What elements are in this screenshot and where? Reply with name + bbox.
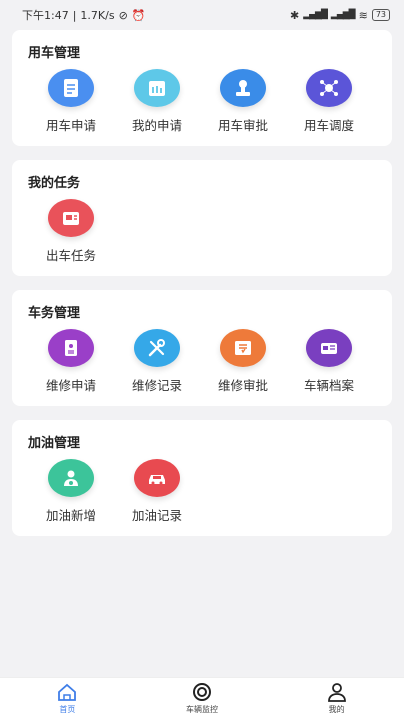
status-bar: 下午1:47 | 1.7K/s ⊘ ⏰ ✱ ▂▄▆█ ▂▄▆█ ≋ 73	[0, 0, 404, 30]
menu-label: 用车调度	[303, 118, 354, 133]
home-icon	[58, 683, 77, 701]
menu-label: 出车任务	[45, 248, 96, 263]
section-my-tasks: 我的任务 出车任务	[12, 160, 392, 276]
menu-repair-apply[interactable]: 维修申请	[28, 329, 114, 394]
car-icon	[134, 459, 180, 497]
menu-fuel-records[interactable]: 加油记录	[114, 459, 200, 524]
tab-label: 车辆监控	[185, 705, 218, 714]
menu-vehicle-apply[interactable]: 用车申请	[28, 69, 114, 134]
monitor-icon	[192, 683, 211, 701]
stamp-icon	[220, 69, 266, 107]
user-icon	[327, 683, 346, 702]
status-time: 下午1:47	[22, 9, 69, 22]
menu-label: 车辆档案	[303, 378, 354, 393]
tab-mine[interactable]: 我的	[297, 682, 377, 715]
menu-label: 维修审批	[217, 378, 268, 393]
menu-repair-records[interactable]: 维修记录	[114, 329, 200, 394]
section-title: 加油管理	[28, 436, 81, 451]
bottom-tab-bar: 首页 车辆监控 我的	[0, 677, 404, 719]
signal-icon-1: ▂▄▆█	[303, 10, 328, 20]
signal-icon-2: ▂▄▆█	[330, 10, 356, 20]
menu-vehicle-dispatch[interactable]: 用车调度	[286, 69, 372, 134]
status-network-speed: 1.7K/s	[80, 8, 115, 22]
wifi-icon: ≋	[358, 8, 368, 22]
calendar-icon	[134, 69, 180, 107]
section-vehicle-affairs: 车务管理 维修申请 维修记录 维修审批 车辆档案	[12, 290, 392, 406]
tab-label: 首页	[59, 705, 76, 714]
network-icon	[306, 69, 352, 107]
bluetooth-icon: ✱	[290, 8, 300, 22]
approval-board-icon	[220, 329, 266, 367]
menu-label: 加油记录	[131, 508, 182, 523]
menu-label: 用车申请	[45, 118, 96, 133]
menu-label: 我的申请	[131, 118, 182, 133]
menu-repair-approval[interactable]: 维修审批	[200, 329, 286, 394]
repair-form-icon	[48, 329, 94, 367]
tab-vehicle-monitor[interactable]: 车辆监控	[162, 682, 242, 715]
menu-vehicle-approval[interactable]: 用车审批	[200, 69, 286, 134]
menu-label: 维修记录	[131, 378, 182, 393]
alarm-icon: ⏰	[131, 8, 146, 22]
tools-icon	[134, 329, 180, 367]
tab-label: 我的	[328, 705, 345, 714]
section-title: 用车管理	[28, 46, 81, 61]
main-content: 用车管理 用车申请 我的申请 用车审批 用车调度 我的任务 出车任务 车务管理 …	[0, 30, 404, 536]
status-divider: |	[72, 8, 77, 22]
vehicle-task-icon	[48, 199, 94, 237]
section-title: 我的任务	[28, 176, 81, 191]
menu-fuel-add[interactable]: 加油新增	[28, 459, 114, 524]
menu-vehicle-archive[interactable]: 车辆档案	[286, 329, 372, 394]
tab-home[interactable]: 首页	[27, 682, 107, 715]
menu-my-applications[interactable]: 我的申请	[114, 69, 200, 134]
menu-label: 用车审批	[217, 118, 268, 133]
battery-icon: 73	[371, 9, 390, 21]
driver-add-icon	[48, 459, 94, 497]
document-edit-icon	[48, 69, 94, 107]
menu-label: 维修申请	[45, 378, 96, 393]
menu-dispatch-task[interactable]: 出车任务	[28, 199, 114, 264]
section-title: 车务管理	[28, 306, 81, 321]
truck-file-icon	[306, 329, 352, 367]
section-fuel-management: 加油管理 加油新增 加油记录	[12, 420, 392, 536]
menu-label: 加油新增	[45, 508, 96, 523]
mute-icon: ⊘	[118, 8, 128, 22]
section-vehicle-use: 用车管理 用车申请 我的申请 用车审批 用车调度	[12, 30, 392, 146]
